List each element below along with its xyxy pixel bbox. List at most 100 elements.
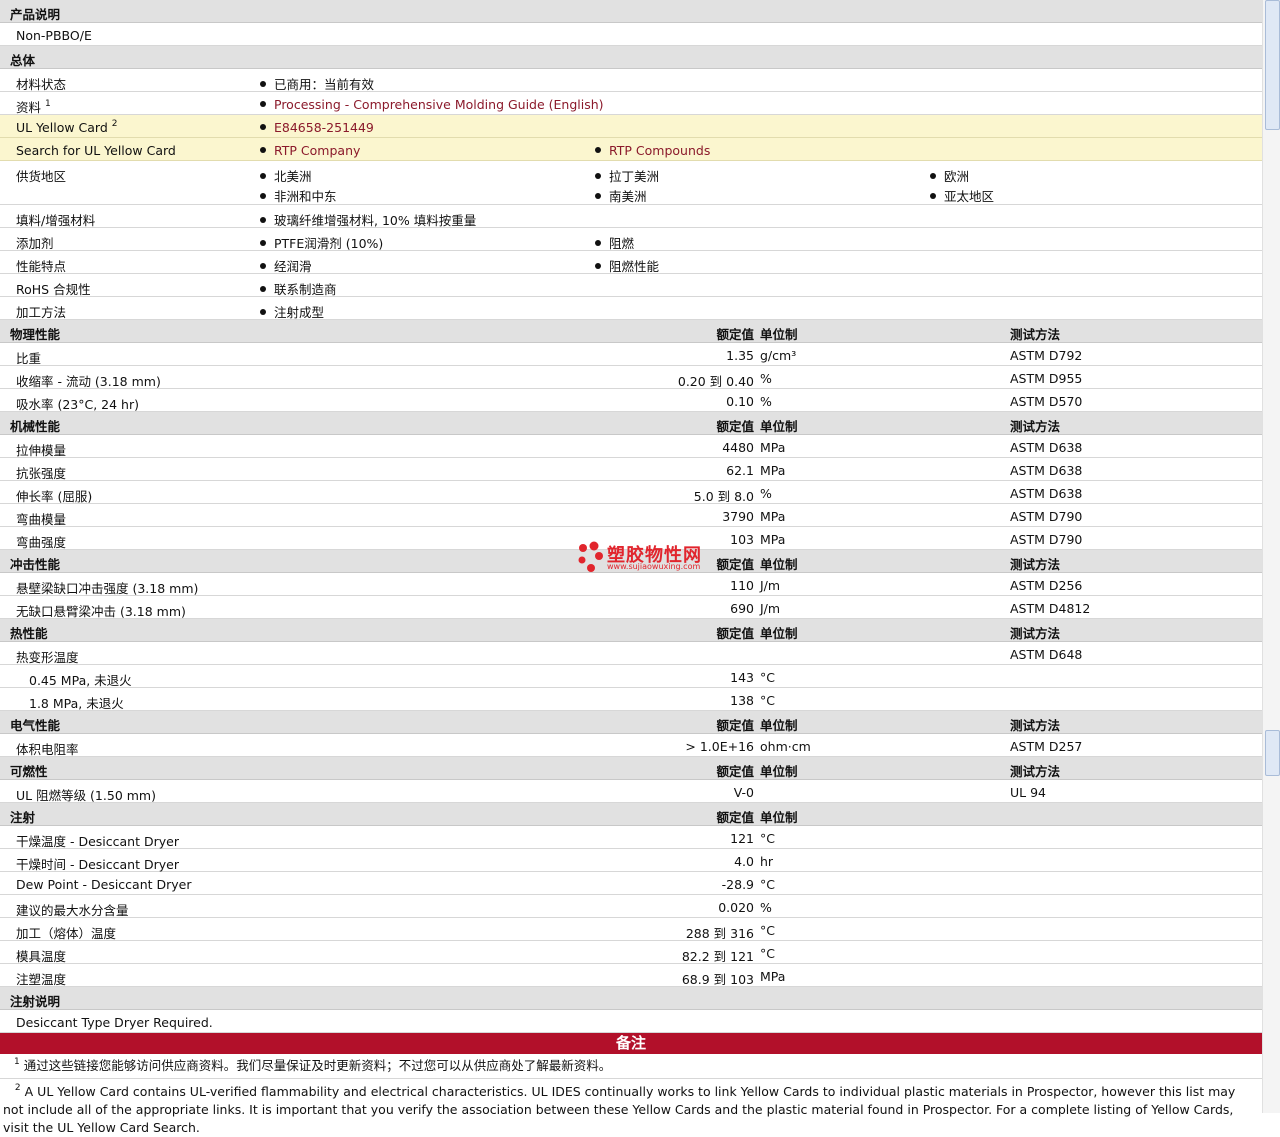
region-value: 亚太地区 [944, 189, 995, 204]
property-row: 伸长率 (屈服) 5.0 到 8.0% ASTM D638 [0, 481, 1262, 504]
property-label: 比重 [16, 351, 42, 366]
property-unit: J/m [760, 601, 781, 616]
section-title: 可燃性 [10, 764, 48, 779]
column-header-unit: 单位制 [760, 419, 798, 434]
property-row: 干燥温度 - Desiccant Dryer 121 °C [0, 826, 1262, 849]
literature-label: 资料 [16, 100, 42, 115]
section-title: 物理性能 [10, 327, 61, 342]
property-unit: g/cm³ [760, 348, 797, 363]
bullet-item: 注射成型 [260, 302, 324, 321]
property-value: -28.9 [721, 877, 754, 892]
property-test-method: ASTM D648 [1010, 647, 1083, 662]
region-value: 拉丁美洲 [609, 169, 660, 184]
property-row: 抗张强度 62.1 MPa ASTM D638 [0, 458, 1262, 481]
property-label: 热变形温度 [16, 650, 79, 665]
section-title: 产品说明 [10, 7, 61, 22]
bullet-icon [595, 147, 601, 153]
rtp-company-link[interactable]: RTP Company [274, 143, 360, 158]
bullet-item: 亚太地区 [930, 186, 994, 205]
column-header-method: 测试方法 [1010, 419, 1061, 434]
bullet-item: 欧洲 [930, 166, 969, 185]
property-value: 0.20 到 0.40 [677, 374, 754, 389]
ul-card-link[interactable]: E84658-251449 [274, 120, 374, 135]
rohs-value: 联系制造商 [274, 282, 337, 297]
literature-link[interactable]: Processing - Comprehensive Molding Guide… [274, 97, 604, 112]
scrollbar-thumb[interactable] [1265, 0, 1280, 130]
injection-notes-text: Desiccant Type Dryer Required. [16, 1015, 213, 1030]
bullet-icon [260, 101, 266, 107]
property-unit: MPa [760, 969, 786, 984]
product-description-text: Non-PBBO/E [16, 28, 92, 43]
property-label: 悬壁梁缺口冲击强度 (3.18 mm) [16, 581, 199, 596]
column-header-value: 额定值 [716, 327, 754, 342]
bullet-item: 经润滑 [260, 256, 312, 275]
vertical-scrollbar[interactable] [1262, 0, 1280, 1113]
property-unit: °C [760, 693, 775, 708]
section-header-electrical: 电气性能 额定值 单位制 测试方法 [0, 711, 1262, 734]
bullet-icon [595, 193, 601, 199]
property-row: Dew Point - Desiccant Dryer -28.9 °C [0, 872, 1262, 895]
section-header-injection: 注射 额定值 单位制 [0, 803, 1262, 826]
property-unit: °C [760, 831, 775, 846]
scrollbar-thumb-secondary[interactable] [1265, 730, 1280, 776]
product-description-row: Non-PBBO/E [0, 23, 1262, 46]
row-supply-region: 供货地区 北美洲 拉丁美洲 欧洲 非洲和中东 南美洲 亚太地区 [0, 161, 1262, 205]
column-header-unit: 单位制 [760, 626, 798, 641]
row-label: 添加剂 [16, 236, 54, 251]
bullet-icon [260, 81, 266, 87]
section-header-product-description: 产品说明 [0, 0, 1262, 23]
property-unit: °C [760, 670, 775, 685]
bullet-icon [260, 240, 266, 246]
bullet-item: 北美洲 [260, 166, 312, 185]
section-flammability: 可燃性 额定值 单位制 测试方法 UL 阻燃等级 (1.50 mm) V-0 UL 94 [0, 757, 1262, 803]
property-unit: MPa [760, 440, 786, 455]
rtp-compounds-link[interactable]: RTP Compounds [609, 143, 710, 158]
section-header-thermal: 热性能 额定值 单位制 测试方法 [0, 619, 1262, 642]
property-row: 加工（熔体）温度 288 到 316 °C [0, 918, 1262, 941]
processing-value: 注射成型 [274, 305, 325, 320]
property-value: 3790 [722, 509, 754, 524]
row-label: RoHS 合规性 [16, 282, 91, 297]
footnote-2: 2 A UL Yellow Card contains UL-verified … [0, 1079, 1262, 1137]
footnote-ref: 1 [45, 99, 51, 109]
row-literature: 资料 1 Processing - Comprehensive Molding … [0, 92, 1262, 115]
row-material-status: 材料状态 已商用：当前有效 [0, 69, 1262, 92]
bullet-icon [260, 286, 266, 292]
column-header-unit: 单位制 [760, 764, 798, 779]
property-row: 弯曲强度 103 MPa ASTM D790 [0, 527, 1262, 550]
footnote-ref: 2 [111, 119, 118, 129]
property-label: 弯曲模量 [16, 512, 67, 527]
section-impact: 冲击性能 额定值 单位制 测试方法 悬壁梁缺口冲击强度 (3.18 mm) 110 J/m A… [0, 550, 1262, 619]
section-title: 总体 [10, 53, 36, 68]
property-value: 690 [730, 601, 754, 616]
property-row: 1.8 MPa, 未退火 138 °C [0, 688, 1262, 711]
region-value: 北美洲 [274, 169, 312, 184]
column-header-value: 额定值 [716, 626, 754, 641]
property-label: 吸水率 (23°C, 24 hr) [16, 397, 139, 412]
section-title: 机械性能 [10, 419, 61, 434]
column-header-value: 额定值 [716, 718, 754, 733]
property-value: 143 [730, 670, 754, 685]
property-test-method: ASTM D638 [1010, 463, 1083, 478]
property-value: 103 [730, 532, 754, 547]
column-header-value: 额定值 [716, 810, 754, 825]
property-label: 加工（熔体）温度 [16, 926, 117, 941]
property-row: 热变形温度 ASTM D648 [0, 642, 1262, 665]
notes-title-bar: 备注 [0, 1033, 1262, 1054]
property-row: 注塑温度 68.9 到 103 MPa [0, 964, 1262, 987]
row-label: 填料/增强材料 [16, 213, 96, 228]
property-label: 弯曲强度 [16, 535, 67, 550]
footnote-number: 1 [14, 1057, 20, 1067]
property-test-method: ASTM D955 [1010, 371, 1083, 386]
material-status-value: 已商用：当前有效 [274, 77, 375, 92]
bullet-icon [260, 263, 266, 269]
property-value: 0.020 [718, 900, 754, 915]
property-unit: % [760, 900, 772, 915]
section-title: 注射说明 [10, 994, 61, 1009]
column-header-method: 测试方法 [1010, 764, 1061, 779]
property-row: 建议的最大水分含量 0.020% [0, 895, 1262, 918]
property-label: 模具温度 [16, 949, 67, 964]
bullet-item: RTP Compounds [595, 143, 710, 158]
property-label: 干燥时间 - Desiccant Dryer [16, 857, 179, 872]
property-unit: MPa [760, 532, 786, 547]
